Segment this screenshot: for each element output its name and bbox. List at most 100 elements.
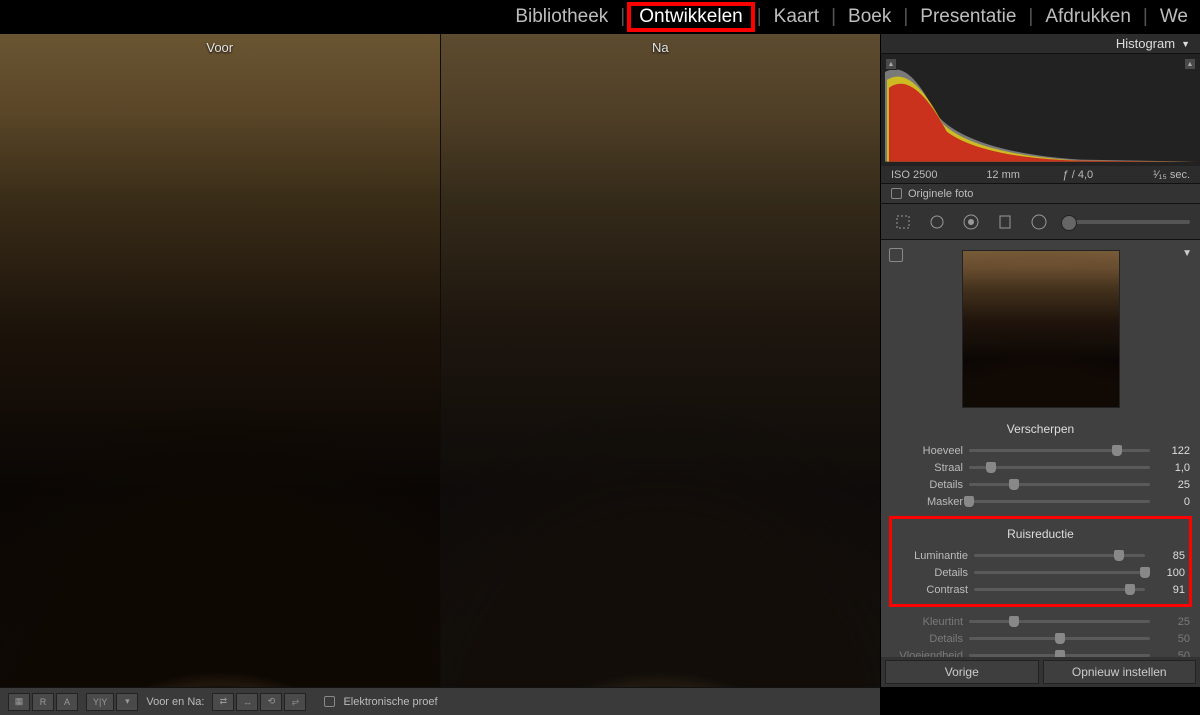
histogram[interactable]: ▲ ▲ <box>881 54 1200 166</box>
slider-vloeiendheid: Vloeiendheid50 <box>889 647 1192 657</box>
slider-contrast: Contrast91 <box>894 581 1187 598</box>
copy-before-button[interactable]: ⟲ <box>260 693 282 711</box>
histogram-header[interactable]: Histogram ▼ <box>881 34 1200 54</box>
slider-knob[interactable] <box>964 496 974 507</box>
slider-details: Details 100 <box>894 564 1187 581</box>
gradient-tool-icon[interactable] <box>993 210 1017 234</box>
slider-track[interactable] <box>974 588 1145 591</box>
after-pane: Na <box>440 34 881 687</box>
slider-knob[interactable] <box>1055 650 1065 657</box>
slider-value: 1,0 <box>1156 462 1190 474</box>
slider-knob[interactable] <box>1112 445 1122 456</box>
copy-after-button[interactable]: ⥂ <box>284 693 306 711</box>
slider-value: 0 <box>1156 496 1190 508</box>
slider-label: Luminantie <box>896 550 968 562</box>
slider-track[interactable] <box>969 483 1150 486</box>
slider-knob[interactable] <box>986 462 996 473</box>
slider-track[interactable] <box>969 500 1150 503</box>
slider-luminantie: Luminantie 85 <box>894 547 1187 564</box>
slider-label: Details <box>896 567 968 579</box>
reference-view-button[interactable]: R <box>32 693 54 711</box>
radial-tool-icon[interactable] <box>1027 210 1051 234</box>
original-label: Originele foto <box>908 188 973 200</box>
slider-value: 100 <box>1151 567 1185 579</box>
spot-tool-icon[interactable] <box>925 210 949 234</box>
exif-shutter: ¹⁄₁₅ sec. <box>1115 169 1190 181</box>
copy-lr-button[interactable]: ↔ <box>236 693 258 711</box>
slider-value: 122 <box>1156 445 1190 457</box>
slider-track[interactable] <box>969 466 1150 469</box>
sharpen-title: Verscherpen <box>889 422 1192 436</box>
slider-knob[interactable] <box>1114 550 1124 561</box>
before-pane: Voor <box>0 34 440 687</box>
slider-track[interactable] <box>969 654 1150 657</box>
original-checkbox[interactable] <box>891 188 902 199</box>
slider-knob[interactable] <box>1140 567 1150 578</box>
slider-track[interactable] <box>969 637 1150 640</box>
module-web[interactable]: We <box>1150 4 1198 30</box>
compare-ops-group: ⇄ ↔ ⟲ ⥂ <box>212 693 306 711</box>
compare-label: Voor en Na: <box>146 696 204 708</box>
slider-value: 25 <box>1156 479 1190 491</box>
slider-details: Details 50 <box>889 630 1192 647</box>
slider-track[interactable] <box>969 620 1150 623</box>
histogram-highlight-clip[interactable]: ▲ <box>1184 58 1196 70</box>
layout-group: Y|Y ▾ <box>86 693 138 711</box>
after-view-button[interactable]: A <box>56 693 78 711</box>
view-mode-group: ▦ R A <box>8 693 78 711</box>
after-label: Na <box>652 40 669 55</box>
redeye-tool-icon[interactable] <box>959 210 983 234</box>
module-bibliotheek[interactable]: Bibliotheek <box>505 4 618 30</box>
slider-knob[interactable] <box>1055 633 1065 644</box>
slider-value: 25 <box>1156 616 1190 628</box>
grid-view-button[interactable]: ▦ <box>8 693 30 711</box>
tool-strip <box>881 204 1200 240</box>
original-photo-row[interactable]: Originele foto <box>881 184 1200 204</box>
layout-menu-button[interactable]: ▾ <box>116 693 138 711</box>
previous-button[interactable]: Vorige <box>885 660 1039 684</box>
module-ontwikkelen[interactable]: Ontwikkelen <box>627 2 755 32</box>
develop-panel: Histogram ▼ ▲ ▲ ISO 2500 12 mm ƒ / 4,0 ¹… <box>880 34 1200 687</box>
slider-value: 91 <box>1151 584 1185 596</box>
slider-kleurtint: Kleurtint25 <box>889 613 1192 630</box>
slider-label: Straal <box>891 462 963 474</box>
before-after-viewer[interactable]: Voor Na <box>0 34 880 687</box>
histogram-title: Histogram <box>1116 36 1175 51</box>
panel-footer-buttons: Vorige Opnieuw instellen <box>881 657 1200 687</box>
swap-button[interactable]: ⇄ <box>212 693 234 711</box>
slider-track[interactable] <box>969 449 1150 452</box>
histogram-shadow-clip[interactable]: ▲ <box>885 58 897 70</box>
slider-label: Details <box>891 633 963 645</box>
slider-track[interactable] <box>974 571 1145 574</box>
noise-reduction-highlight: Ruisreductie Luminantie85Details100Contr… <box>889 516 1192 607</box>
module-afdrukken[interactable]: Afdrukken <box>1035 4 1141 30</box>
slider-label: Hoeveel <box>891 445 963 457</box>
slider-label: Masker <box>891 496 963 508</box>
slider-knob[interactable] <box>1009 479 1019 490</box>
brush-size-slider[interactable] <box>1061 220 1190 224</box>
panel-collapse-icon[interactable]: ▼ <box>1182 248 1192 259</box>
bottom-toolbar: ▦ R A Y|Y ▾ Voor en Na: ⇄ ↔ ⟲ ⥂ Elektron… <box>0 687 880 715</box>
slider-track[interactable] <box>974 554 1145 557</box>
slider-details: Details 25 <box>889 476 1192 493</box>
collapse-icon: ▼ <box>1181 39 1190 49</box>
soft-proof-checkbox[interactable] <box>324 696 335 707</box>
slider-knob[interactable] <box>1009 616 1019 627</box>
detail-thumbnail[interactable] <box>962 250 1120 408</box>
slider-value: 85 <box>1151 550 1185 562</box>
exif-row: ISO 2500 12 mm ƒ / 4,0 ¹⁄₁₅ sec. <box>881 166 1200 184</box>
slider-knob[interactable] <box>1125 584 1135 595</box>
detail-panel: ▼ Verscherpen Hoeveel 122 Straal 1,0 Details… <box>881 240 1200 657</box>
split-layout-button[interactable]: Y|Y <box>86 693 114 711</box>
slider-label: Details <box>891 479 963 491</box>
reset-button[interactable]: Opnieuw instellen <box>1043 660 1197 684</box>
module-presentatie[interactable]: Presentatie <box>910 4 1026 30</box>
crop-tool-icon[interactable] <box>891 210 915 234</box>
module-boek[interactable]: Boek <box>838 4 901 30</box>
slider-hoeveel: Hoeveel 122 <box>889 442 1192 459</box>
slider-value: 50 <box>1156 633 1190 645</box>
module-kaart[interactable]: Kaart <box>764 4 829 30</box>
exif-aperture: ƒ / 4,0 <box>1041 169 1116 181</box>
slider-label: Vloeiendheid <box>891 650 963 658</box>
detail-picker-icon[interactable] <box>889 248 903 262</box>
